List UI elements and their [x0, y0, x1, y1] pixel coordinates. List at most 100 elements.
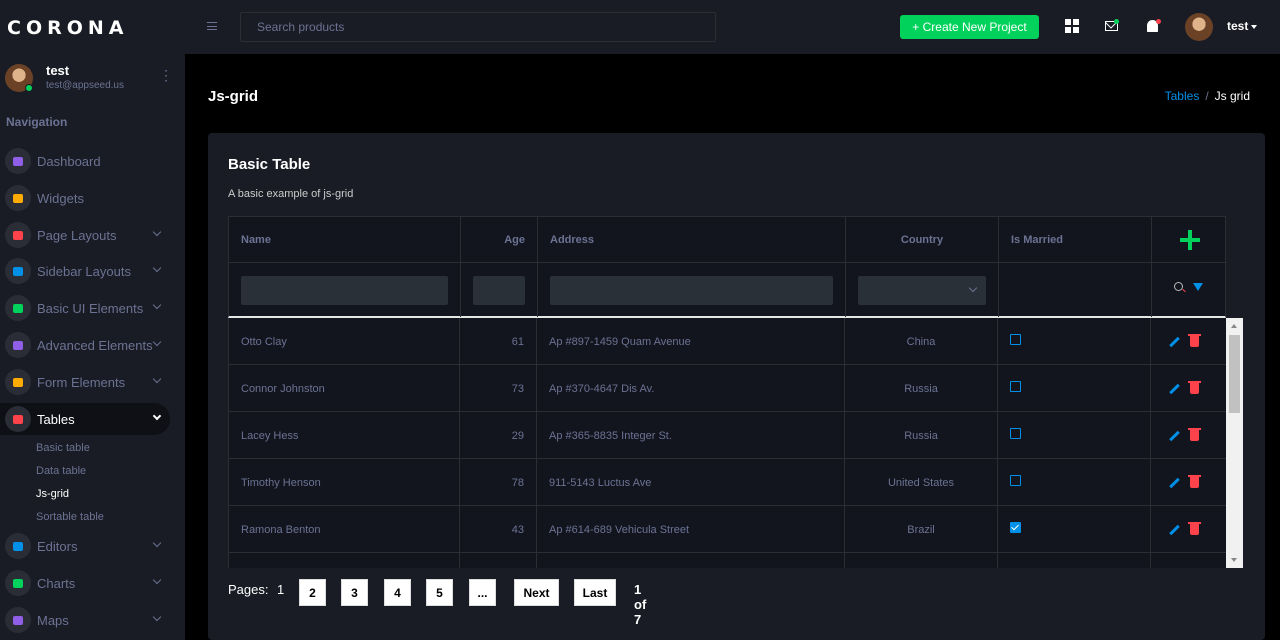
delete-icon[interactable] — [1188, 381, 1201, 394]
notification-badge — [1156, 19, 1161, 24]
column-header-age[interactable]: Age — [461, 217, 538, 263]
filter-name-input[interactable] — [241, 275, 448, 305]
delete-icon[interactable] — [1188, 334, 1201, 347]
vertical-scrollbar[interactable] — [1226, 318, 1243, 568]
pager-page-button[interactable]: 2 — [299, 579, 326, 606]
sidebar-item-sidebar-layouts[interactable]: Sidebar Layouts — [0, 255, 170, 287]
filter-age-input[interactable] — [473, 275, 525, 305]
married-checkbox[interactable] — [1010, 334, 1021, 345]
edit-icon[interactable] — [1169, 383, 1180, 395]
sidebar-item-page-layouts[interactable]: Page Layouts — [0, 219, 170, 251]
column-header-country[interactable]: Country — [846, 217, 999, 263]
column-header-name[interactable]: Name — [229, 217, 461, 263]
column-header-control — [1152, 217, 1227, 263]
sidebar-item-advanced-elements[interactable]: Advanced Elements — [0, 329, 170, 361]
cell-name: Connor Johnston — [229, 365, 460, 412]
sidebar-item-maps[interactable]: Maps — [0, 604, 170, 636]
edit-icon[interactable] — [1169, 336, 1180, 348]
user-name[interactable]: test — [1227, 19, 1248, 33]
menu-toggle-icon[interactable] — [207, 22, 217, 30]
married-checkbox[interactable] — [1010, 381, 1021, 392]
scroll-thumb[interactable] — [1229, 335, 1240, 413]
cell-address — [537, 553, 845, 568]
column-header-is-married[interactable]: Is Married — [999, 217, 1152, 263]
pager-next-button[interactable]: Next — [514, 579, 559, 606]
sidebar-item-label: Advanced Elements — [37, 337, 153, 353]
sidebar-profile: test test@appseed.us ⋮ — [5, 62, 180, 92]
subnav-item-data-table[interactable]: Data table — [36, 465, 86, 477]
sidebar-item-label: Maps — [37, 612, 69, 628]
filter-cell-age — [461, 263, 538, 317]
cell-name — [229, 553, 460, 568]
user-avatar[interactable] — [1185, 13, 1213, 41]
sidebar-item-widgets[interactable]: Widgets — [0, 182, 170, 214]
sidebar-item-label: Editors — [37, 538, 78, 554]
table-row[interactable]: Connor Johnston 73 Ap #370-4647 Dis Av. Rus… — [228, 365, 1226, 412]
sidebar-item-basic-ui-elements[interactable]: Basic UI Elements — [0, 292, 170, 324]
cell-address: Ap #614-689 Vehicula Street — [537, 506, 845, 553]
mail-badge — [1114, 19, 1119, 24]
nav-item-icon — [5, 369, 31, 395]
breadcrumb-link-tables[interactable]: Tables — [1165, 89, 1200, 103]
pager-info: 1 of 7 — [634, 582, 647, 627]
table-row[interactable]: Ramona Benton 43 Ap #614-689 Vehicula Stre… — [228, 506, 1226, 553]
cell-country: United States — [845, 459, 998, 506]
married-checkbox[interactable] — [1010, 428, 1021, 439]
nav-item-icon — [5, 607, 31, 633]
caret-down-icon[interactable] — [1251, 24, 1258, 29]
edit-icon[interactable] — [1169, 430, 1180, 442]
more-vertical-icon[interactable]: ⋮ — [159, 68, 173, 82]
scroll-down-icon[interactable] — [1231, 558, 1237, 562]
filter-country-select[interactable] — [858, 275, 986, 305]
nav-item-icon — [5, 258, 31, 284]
edit-icon[interactable] — [1169, 524, 1180, 536]
delete-icon[interactable] — [1188, 475, 1201, 488]
column-header-address[interactable]: Address — [538, 217, 846, 263]
sidebar-item-form-elements[interactable]: Form Elements — [0, 366, 170, 398]
breadcrumb-separator: / — [1205, 89, 1209, 103]
pager-page-button[interactable]: 5 — [426, 579, 453, 606]
subnav-item-js-grid[interactable]: Js-grid — [36, 488, 69, 500]
sidebar-item-tables[interactable]: Tables — [0, 403, 170, 435]
apps-grid-icon[interactable] — [1065, 19, 1079, 33]
profile-email: test@appseed.us — [46, 80, 124, 91]
scroll-up-icon[interactable] — [1231, 324, 1237, 328]
pager-page-button[interactable]: 3 — [341, 579, 368, 606]
married-checkbox[interactable] — [1010, 522, 1021, 533]
cell-country: Russia — [845, 412, 998, 459]
user-menu[interactable]: test — [1227, 19, 1258, 33]
sidebar-item-editors[interactable]: Editors — [0, 530, 170, 562]
table-row[interactable] — [228, 553, 1226, 568]
sidebar-item-charts[interactable]: Charts — [0, 567, 170, 599]
table-row[interactable]: Otto Clay 61 Ap #897-1459 Quam Avenue China — [228, 318, 1226, 365]
delete-icon[interactable] — [1188, 522, 1201, 535]
sidebar-item-dashboard[interactable]: Dashboard — [0, 145, 170, 177]
filter-address-input[interactable] — [550, 275, 833, 305]
sidebar-item-label: Tables — [37, 411, 75, 427]
sidebar-item-label: Sidebar Layouts — [37, 263, 131, 279]
pager-last-button[interactable]: Last — [574, 579, 616, 606]
search-icon[interactable] — [1174, 282, 1183, 291]
delete-icon[interactable] — [1188, 428, 1201, 441]
subnav-item-sortable-table[interactable]: Sortable table — [36, 511, 104, 523]
cell-age: 43 — [460, 506, 537, 553]
table-row[interactable]: Lacey Hess 29 Ap #365-8835 Integer St. Russ… — [228, 412, 1226, 459]
cell-controls — [1151, 318, 1226, 365]
pager-ellipsis-button[interactable]: ... — [469, 579, 496, 606]
married-checkbox[interactable] — [1010, 475, 1021, 486]
add-row-icon[interactable] — [1180, 230, 1200, 250]
nav-section-title: Navigation — [6, 115, 68, 129]
search-input[interactable] — [240, 12, 716, 42]
subnav-item-basic-table[interactable]: Basic table — [36, 442, 90, 454]
cell-address: Ap #897-1459 Quam Avenue — [537, 318, 845, 365]
edit-icon[interactable] — [1169, 477, 1180, 489]
cell-controls — [1151, 553, 1226, 568]
chevron-down-icon — [152, 227, 162, 237]
create-project-button[interactable]: + Create New Project — [900, 15, 1039, 39]
brand-logo[interactable]: CORONA — [7, 17, 128, 39]
table-row[interactable]: Timothy Henson 78 911-5143 Luctus Ave Unite… — [228, 459, 1226, 506]
pager-page-button[interactable]: 4 — [384, 579, 411, 606]
table-card: Basic Table A basic example of js-grid N… — [208, 133, 1265, 640]
filter-icon[interactable] — [1193, 283, 1203, 291]
chevron-down-icon — [152, 411, 162, 421]
